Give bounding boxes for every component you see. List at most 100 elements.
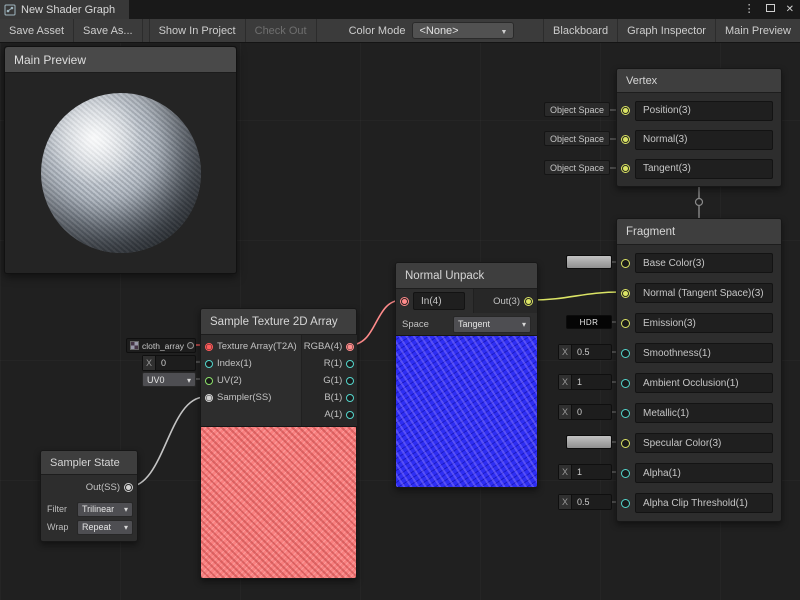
metallic-port[interactable]: [621, 409, 630, 418]
smoothness-port[interactable]: [621, 349, 630, 358]
fragment-node-title[interactable]: Fragment: [617, 219, 781, 245]
alpha-port[interactable]: [621, 469, 630, 478]
metallic-axis: X: [559, 405, 572, 419]
out-port[interactable]: [524, 297, 533, 306]
in-label: In(4): [421, 296, 442, 307]
tangent-label: Tangent(3): [643, 163, 691, 174]
graph-inspector-button[interactable]: Graph Inspector: [617, 19, 715, 42]
sample-texture-2d-array-node[interactable]: Sample Texture 2D Array Texture Array(T2…: [200, 308, 357, 579]
save-as-button[interactable]: Save As...: [74, 19, 143, 42]
space-label: Space: [402, 319, 429, 330]
wire-out-to-normal[interactable]: [530, 292, 621, 300]
base-color-port[interactable]: [621, 259, 630, 268]
tangent-port[interactable]: [621, 164, 630, 173]
vertex-node-title[interactable]: Vertex: [617, 69, 781, 93]
dropdown-arrow-icon: [124, 522, 128, 532]
main-preview-button[interactable]: Main Preview: [715, 19, 800, 42]
vertex-fragment-link-icon: [696, 199, 703, 206]
normal-unpack-node-title[interactable]: Normal Unpack: [396, 263, 537, 289]
alpha-label: Alpha(1): [643, 468, 681, 479]
output-g: G(1): [302, 372, 358, 389]
in-port[interactable]: [400, 297, 409, 306]
fragment-node[interactable]: Fragment Base Color(3) Normal (Tangent S…: [616, 218, 782, 522]
alpha-clip-label: Alpha Clip Threshold(1): [643, 498, 748, 509]
rgba-label: RGBA(4): [304, 341, 343, 352]
fragment-row-emission: Emission(3): [617, 308, 781, 338]
sampler-port[interactable]: [205, 394, 213, 402]
alpha-field[interactable]: X 1: [558, 464, 612, 480]
position-space-dropdown[interactable]: Object Space: [544, 102, 610, 117]
toolbar: Save Asset Save As... Show In Project Ch…: [0, 19, 800, 43]
ambient-occlusion-value: 1: [572, 375, 587, 389]
sampler-state-node[interactable]: Sampler State Out(SS) Filter Trilinear W…: [40, 450, 138, 542]
fragment-row-alpha-clip: Alpha Clip Threshold(1): [617, 488, 781, 518]
filter-dropdown[interactable]: Trilinear: [77, 502, 133, 517]
base-color-swatch[interactable]: [566, 255, 612, 269]
position-port[interactable]: [621, 106, 630, 115]
smoothness-field[interactable]: X 0.5: [558, 344, 612, 360]
texture-array-object-field[interactable]: cloth_array: [126, 338, 196, 353]
main-preview-header[interactable]: Main Preview: [5, 47, 236, 73]
b-port[interactable]: [346, 394, 354, 402]
position-space-value: Object Space: [550, 105, 604, 115]
a-label: A(1): [324, 409, 342, 420]
window-tab[interactable]: New Shader Graph: [0, 0, 129, 19]
show-in-project-button[interactable]: Show In Project: [150, 19, 246, 42]
normal-tangent-port[interactable]: [621, 289, 630, 298]
specular-color-port[interactable]: [621, 439, 630, 448]
specular-color-swatch[interactable]: [566, 435, 612, 449]
index-label: Index(1): [217, 358, 252, 369]
sample-texture-outputs: RGBA(4) R(1) G(1) B(1) A(1): [301, 335, 358, 426]
uv-channel-dropdown[interactable]: UV0: [142, 372, 196, 387]
object-picker-icon[interactable]: [187, 342, 194, 349]
sample-texture-preview: [201, 426, 356, 578]
normal-slot: Normal(3): [635, 130, 773, 150]
normal-tangent-label: Normal (Tangent Space)(3): [643, 288, 764, 299]
alpha-clip-field[interactable]: X 0.5: [558, 494, 612, 510]
normal-unpack-node[interactable]: Normal Unpack In(4) Out(3) Space Tangent: [395, 262, 538, 488]
out-ss-port[interactable]: [124, 483, 133, 492]
wire-sampler-state[interactable]: [128, 397, 205, 487]
wrap-dropdown[interactable]: Repeat: [77, 520, 133, 535]
save-asset-button[interactable]: Save Asset: [0, 19, 74, 42]
fragment-row-metallic: Metallic(1): [617, 398, 781, 428]
space-dropdown[interactable]: Tangent: [453, 316, 531, 333]
ambient-occlusion-port[interactable]: [621, 379, 630, 388]
r-port[interactable]: [346, 360, 354, 368]
alpha-clip-axis: X: [559, 495, 572, 509]
index-port[interactable]: [205, 360, 213, 368]
close-icon[interactable]: [786, 0, 794, 19]
normal-label: Normal(3): [643, 134, 687, 145]
texture-array-port[interactable]: [205, 343, 213, 351]
window-menu-icon[interactable]: [744, 0, 755, 19]
input-texture-array: Texture Array(T2A): [201, 338, 301, 355]
main-preview-panel[interactable]: Main Preview: [4, 46, 237, 274]
emission-port[interactable]: [621, 319, 630, 328]
sampler-state-node-title[interactable]: Sampler State: [41, 451, 137, 475]
normal-unpack-input: In(4): [396, 289, 473, 313]
position-slot: Position(3): [635, 101, 773, 121]
hdr-badge: HDR: [580, 318, 599, 327]
g-port[interactable]: [346, 377, 354, 385]
out-label: Out(3): [493, 296, 520, 307]
tangent-space-dropdown[interactable]: Object Space: [544, 160, 610, 175]
graph-canvas[interactable]: Main Preview Vertex Position(3) Normal(3…: [0, 0, 800, 600]
a-port[interactable]: [346, 411, 354, 419]
maximize-icon[interactable]: [766, 0, 775, 19]
normal-port[interactable]: [621, 135, 630, 144]
uv-port[interactable]: [205, 377, 213, 385]
ambient-occlusion-field[interactable]: X 1: [558, 374, 612, 390]
metallic-field[interactable]: X 0: [558, 404, 612, 420]
alpha-clip-port[interactable]: [621, 499, 630, 508]
sample-texture-node-title[interactable]: Sample Texture 2D Array: [201, 309, 356, 335]
index-field[interactable]: X 0: [142, 355, 196, 371]
sample-texture-inputs: Texture Array(T2A) Index(1) UV(2) Sample…: [201, 335, 301, 426]
rgba-port[interactable]: [346, 343, 354, 351]
normal-space-dropdown[interactable]: Object Space: [544, 131, 610, 146]
vertex-node[interactable]: Vertex Position(3) Normal(3) Tangent(3): [616, 68, 782, 187]
color-mode-dropdown[interactable]: <None>: [412, 22, 514, 39]
blackboard-button[interactable]: Blackboard: [543, 19, 617, 42]
check-out-button: Check Out: [246, 19, 317, 42]
emission-hdr-swatch[interactable]: HDR: [566, 315, 612, 329]
emission-label: Emission(3): [643, 318, 696, 329]
